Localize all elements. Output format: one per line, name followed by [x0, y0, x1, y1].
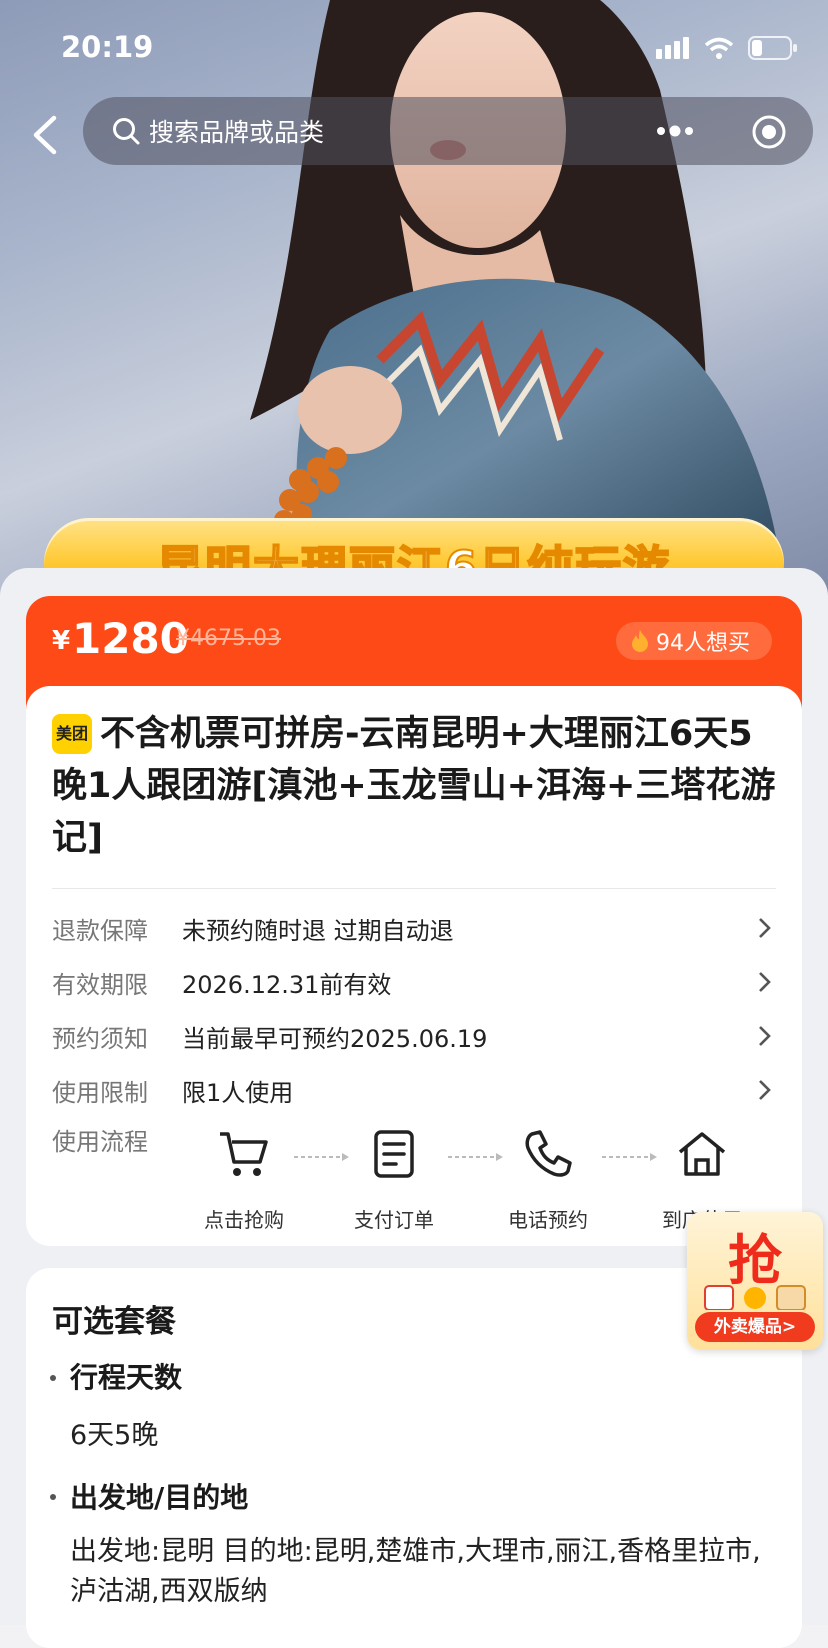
chevron-right-icon: [759, 1026, 771, 1046]
signal-icon: [656, 37, 689, 59]
more-icon[interactable]: [655, 119, 695, 143]
detail-value: 2026.12.31前有效: [182, 970, 392, 999]
chevron-right-icon: [759, 918, 771, 938]
detail-label: 使用限制: [52, 1078, 148, 1107]
promo-tag: 外卖爆品>: [695, 1312, 815, 1342]
flow-step-buy: 点击抢购: [184, 1126, 304, 1233]
promo-float-button[interactable]: 抢 外卖爆品>: [687, 1212, 823, 1350]
meituan-logo: 美团: [52, 714, 92, 754]
home-icon: [678, 1132, 726, 1176]
want-count-badge: 94人想买: [616, 622, 772, 660]
package-section-title: 可选套餐: [52, 1304, 176, 1340]
flow-step-call: 电话预约: [488, 1126, 608, 1233]
drinks-icon: [704, 1285, 806, 1310]
product-title: 美团 不含机票可拼房-云南昆明+大理丽江6天5晚1人跟团游[滇池+玉龙雪山+洱海+…: [52, 708, 782, 864]
product-title-text: 不含机票可拼房-云南昆明+大理丽江6天5晚1人跟团游[滇池+玉龙雪山+洱海+三塔…: [52, 714, 776, 858]
divider: [52, 888, 776, 889]
product-info-card: 美团 不含机票可拼房-云南昆明+大理丽江6天5晚1人跟团游[滇池+玉龙雪山+洱海+…: [26, 686, 802, 1246]
usage-flow-label: 使用流程: [52, 1128, 148, 1156]
detail-label: 预约须知: [52, 1024, 148, 1053]
back-button[interactable]: [22, 110, 72, 160]
close-target-icon[interactable]: [751, 114, 787, 150]
package-text: 出发地:昆明 目的地:昆明,楚雄市,大理市,丽江,香格里拉市,泸沽湖,西双版纳: [70, 1536, 761, 1607]
detail-row-validity[interactable]: 有效期限 2026.12.31前有效: [52, 962, 776, 1002]
package-subheading: 出发地/目的地: [70, 1481, 249, 1514]
status-time: 20:19: [61, 30, 154, 64]
price-currency: ¥: [52, 626, 71, 656]
detail-row-usage-limit[interactable]: 使用限制 限1人使用: [52, 1070, 776, 1110]
search-icon: [113, 118, 140, 145]
flow-step-label: 支付订单: [354, 1208, 434, 1232]
chevron-right-icon: [759, 972, 771, 992]
bullet-dot: [50, 1375, 56, 1381]
hero-photo: [250, 0, 780, 560]
phone-icon: [525, 1130, 572, 1177]
flow-step-label: 点击抢购: [204, 1208, 284, 1232]
order-icon: [374, 1130, 414, 1178]
fire-icon: [632, 630, 648, 652]
search-input[interactable]: 搜索品牌或品类: [149, 113, 324, 149]
bullet-dot: [50, 1494, 56, 1500]
want-count-text: 94人想买: [656, 631, 750, 656]
flow-step-pay: 支付订单: [334, 1126, 454, 1233]
detail-value: 当前最早可预约2025.06.19: [182, 1024, 488, 1053]
detail-value: 限1人使用: [182, 1078, 294, 1107]
cart-icon: [220, 1132, 268, 1176]
chevron-right-icon: [759, 1080, 771, 1100]
package-options-card: 可选套餐 行程天数 6天5晚 出发地/目的地 出发地:昆明 目的地:昆明,楚雄市…: [26, 1268, 802, 1648]
flow-step-label: 电话预约: [508, 1208, 588, 1232]
package-text: 6天5晚: [70, 1420, 159, 1451]
original-price: ¥4675.03: [176, 626, 281, 651]
search-bar[interactable]: 搜索品牌或品类: [83, 97, 813, 165]
detail-value: 未预约随时退 过期自动退: [182, 916, 454, 945]
detail-row-booking[interactable]: 预约须知 当前最早可预约2025.06.19: [52, 1016, 776, 1056]
status-bar: 20:19: [0, 0, 828, 90]
battery-icon: [748, 36, 797, 60]
detail-label: 退款保障: [52, 916, 148, 945]
package-subheading: 行程天数: [70, 1361, 183, 1394]
detail-row-refund[interactable]: 退款保障 未预约随时退 过期自动退: [52, 908, 776, 948]
wifi-icon: [704, 37, 734, 59]
hero-image[interactable]: 20:19 搜索品牌或品类: [0, 0, 828, 600]
price-value: 1280: [72, 614, 189, 663]
detail-label: 有效期限: [52, 970, 148, 999]
